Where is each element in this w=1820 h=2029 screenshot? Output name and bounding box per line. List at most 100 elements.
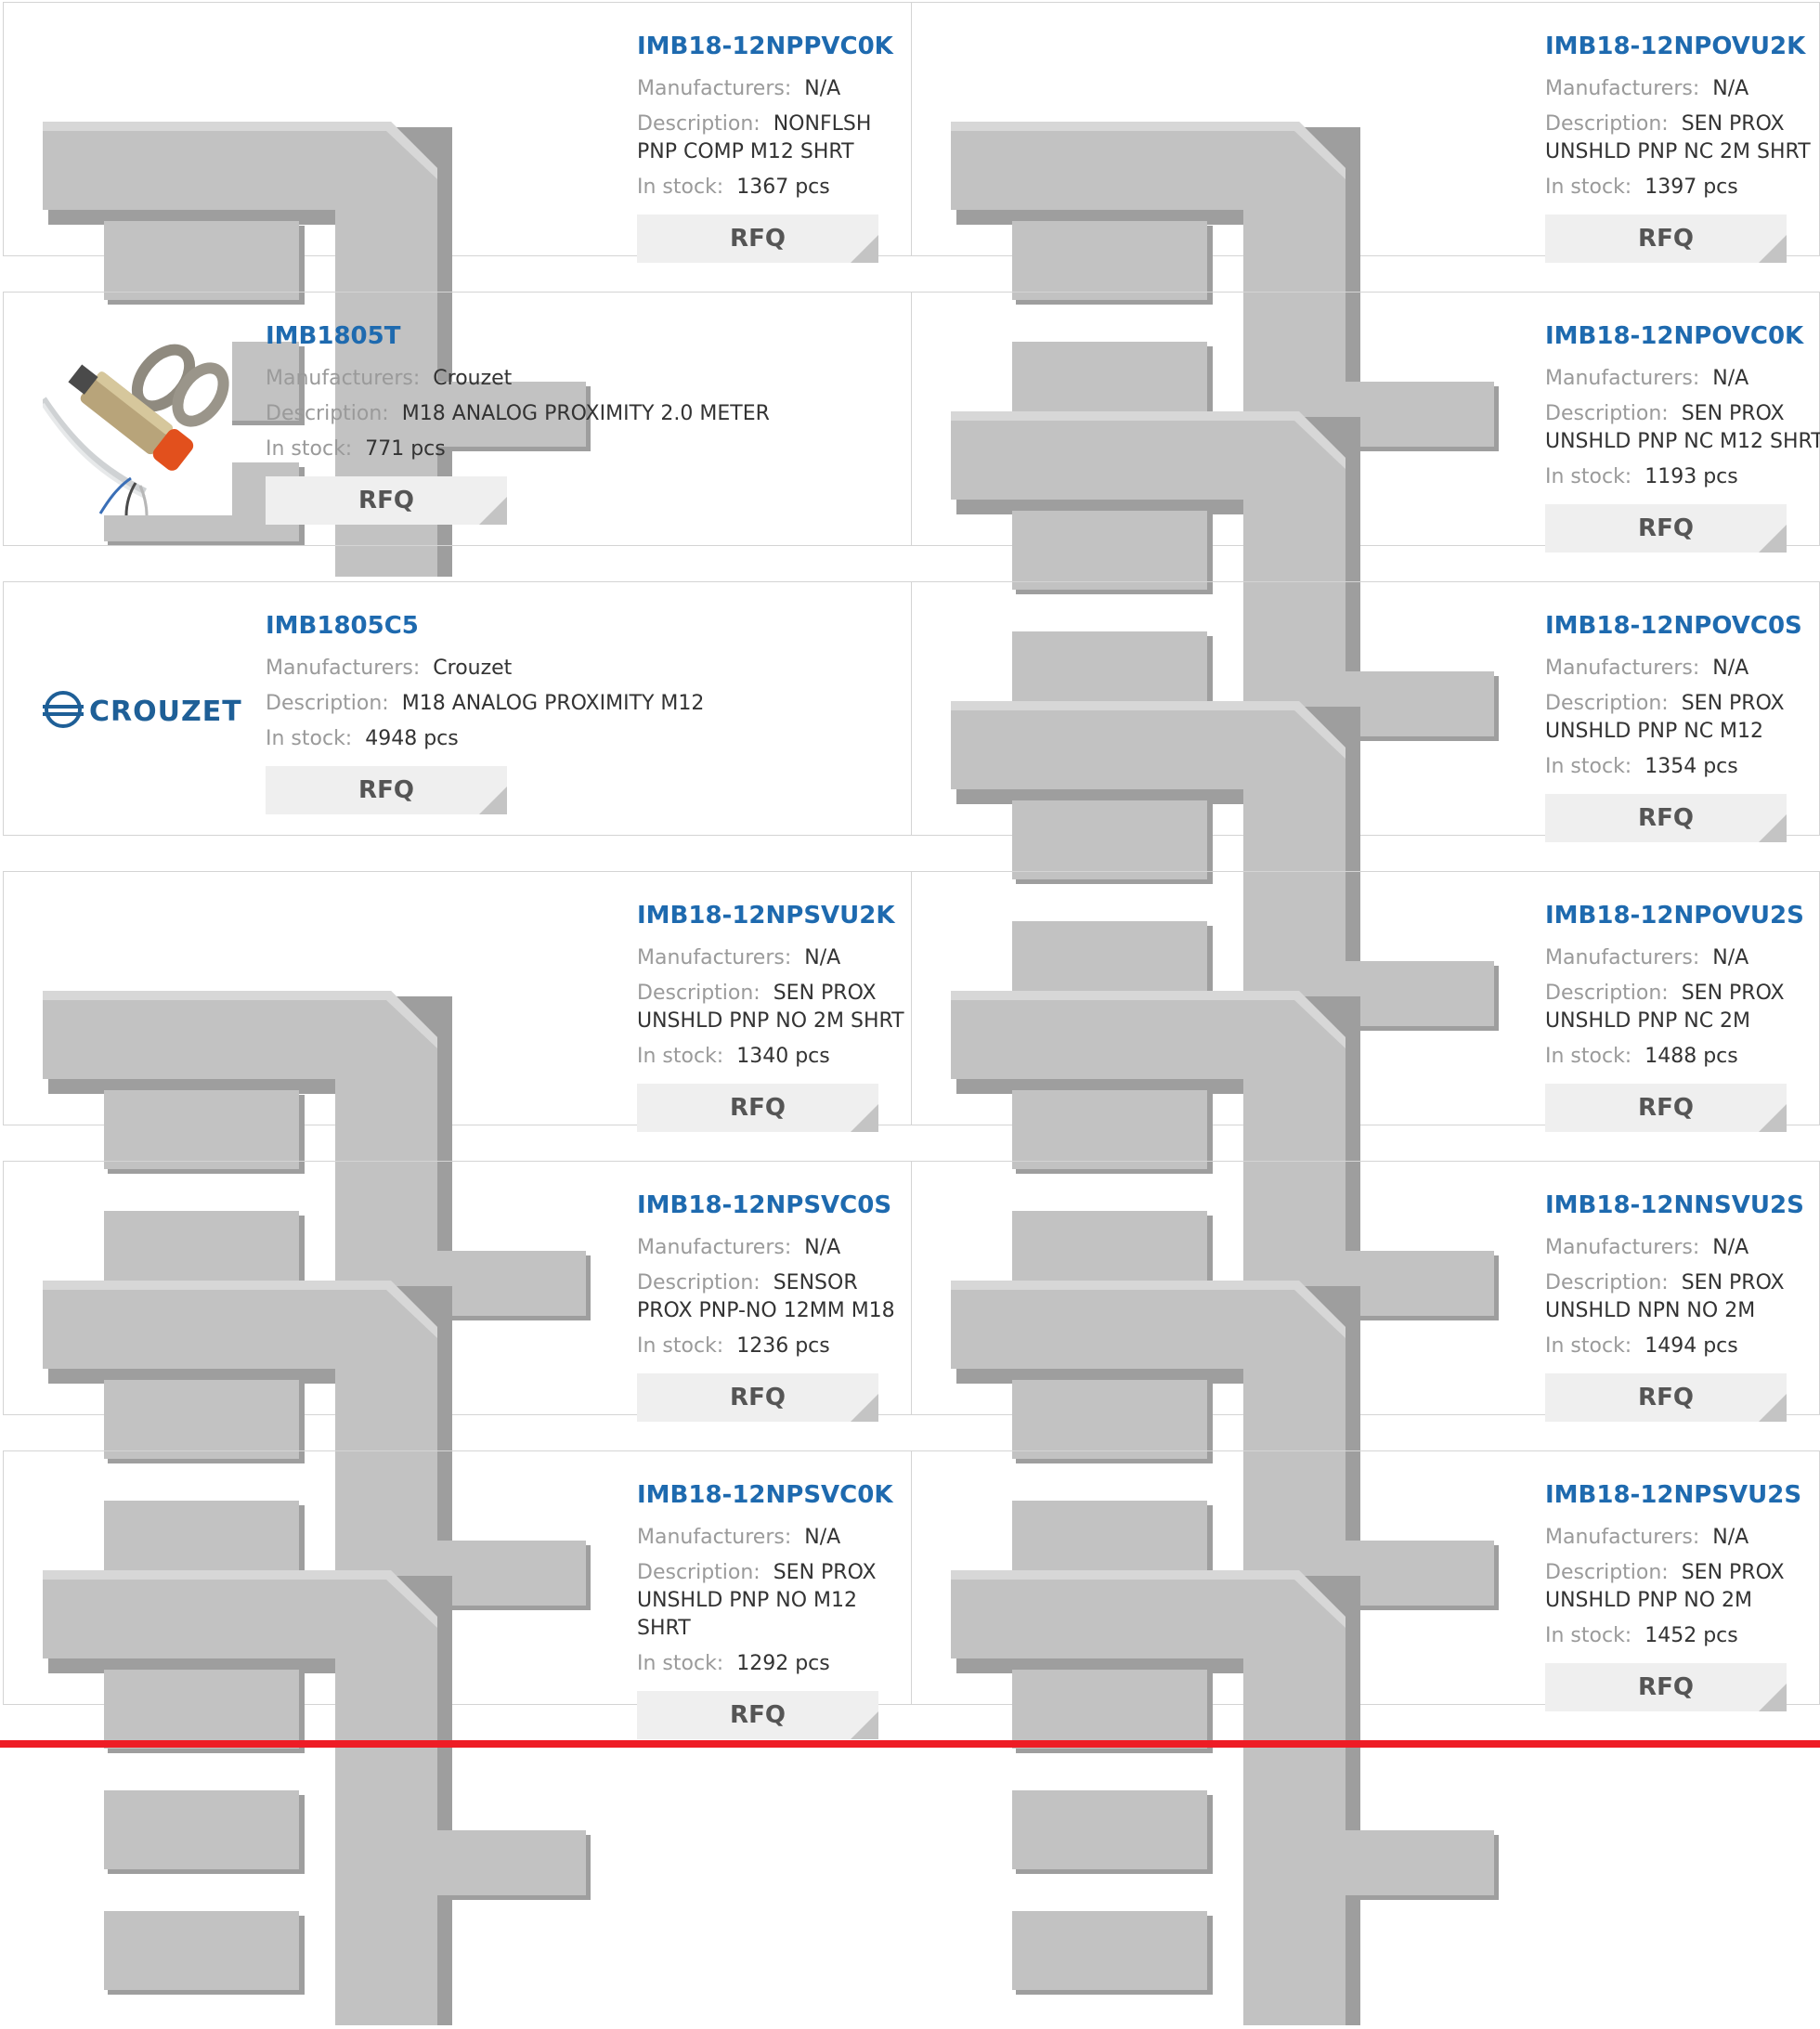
stock-label: In stock:	[1545, 755, 1632, 778]
stock-value: 1452 pcs	[1644, 1624, 1738, 1647]
description-row: Description: SEN PROX UNSHLD PNP NC 2M	[1545, 980, 1820, 1035]
corner-triangle-icon	[479, 497, 507, 525]
description-value: M18 ANALOG PROXIMITY 2.0 METER	[401, 402, 770, 425]
description-row: Description: SEN PROX UNSHLD NPN NO 2M	[1545, 1269, 1820, 1325]
part-number-link[interactable]: IMB18-12NPSVU2K	[637, 902, 916, 930]
product-card: IMB18-12NPOVU2K Manufacturers: N/A Descript…	[911, 2, 1820, 582]
rfq-button[interactable]: RFQ	[637, 1691, 878, 1739]
part-number-link[interactable]: IMB18-12NPOVU2S	[1545, 902, 1820, 930]
rfq-button[interactable]: RFQ	[637, 1373, 878, 1422]
description-label: Description:	[1545, 1561, 1669, 1584]
manufacturer-row: Manufacturers: N/A	[637, 1234, 916, 1262]
manufacturer-label: Manufacturers:	[1545, 1526, 1700, 1549]
corner-triangle-icon	[851, 1104, 878, 1132]
stock-value: 1236 pcs	[736, 1334, 830, 1358]
part-number-link[interactable]: IMB18-12NPOVC0K	[1545, 322, 1820, 350]
rfq-button[interactable]: RFQ	[266, 476, 507, 525]
part-number-link[interactable]: IMB18-12NNSVU2S	[1545, 1191, 1820, 1219]
manufacturer-row: Manufacturers: N/A	[1545, 1524, 1820, 1552]
rfq-label: RFQ	[1638, 1094, 1694, 1122]
crouzet-logo-icon	[43, 689, 84, 734]
manufacturer-label: Manufacturers:	[637, 1526, 792, 1549]
rfq-button[interactable]: RFQ	[1545, 1084, 1787, 1132]
product-info: IMB18-12NPSVU2S Manufacturers: N/A Descript…	[1545, 1481, 1820, 1711]
manufacturer-label: Manufacturers:	[1545, 77, 1700, 100]
description-label: Description:	[637, 1271, 760, 1294]
manufacturer-value: N/A	[804, 77, 841, 100]
stock-row: In stock: 1292 pcs	[637, 1650, 916, 1678]
product-info: IMB18-12NPOVU2S Manufacturers: N/A Descript…	[1545, 902, 1820, 1132]
stock-value: 1488 pcs	[1644, 1045, 1738, 1068]
stock-value: 1494 pcs	[1644, 1334, 1738, 1358]
rfq-label: RFQ	[358, 487, 414, 514]
manufacturer-label: Manufacturers:	[1545, 657, 1700, 680]
manufacturer-value: N/A	[1712, 1526, 1749, 1549]
description-label: Description:	[1545, 112, 1669, 136]
product-card: IMB18-12NPOVC0S Manufacturers: N/A Descript…	[911, 581, 1820, 1162]
manufacturer-row: Manufacturers: N/A	[1545, 365, 1820, 393]
rfq-label: RFQ	[1638, 1673, 1694, 1701]
part-number-link[interactable]: IMB18-12NPOVC0S	[1545, 612, 1820, 640]
stock-label: In stock:	[266, 437, 353, 461]
product-card: IMB18-12NPSVU2S Manufacturers: N/A Descript…	[911, 1450, 1820, 2029]
rfq-label: RFQ	[1638, 514, 1694, 542]
rfq-label: RFQ	[358, 776, 414, 804]
stock-label: In stock:	[1545, 1045, 1632, 1068]
product-card: IMB18-12NPSVU2K Manufacturers: N/A Descript…	[3, 871, 912, 1451]
part-number-link[interactable]: IMB18-12NPSVC0S	[637, 1191, 916, 1219]
manufacturer-row: Manufacturers: Crouzet	[266, 655, 786, 683]
description-row: Description: SEN PROX UNSHLD PNP NC M12	[1545, 690, 1820, 746]
manufacturer-label: Manufacturers:	[637, 1236, 792, 1259]
rfq-button[interactable]: RFQ	[1545, 1663, 1787, 1711]
rfq-label: RFQ	[730, 1094, 786, 1122]
manufacturer-row: Manufacturers: N/A	[1545, 75, 1820, 103]
product-card: IMB18-12NPOVU2S Manufacturers: N/A Descript…	[911, 871, 1820, 1451]
part-number-link[interactable]: IMB18-12NPOVU2K	[1545, 33, 1820, 60]
manufacturer-row: Manufacturers: N/A	[1545, 944, 1820, 972]
description-label: Description:	[266, 692, 389, 715]
rfq-button[interactable]: RFQ	[637, 1084, 878, 1132]
part-number-link[interactable]: IMB18-12NPSVU2S	[1545, 1481, 1820, 1509]
product-card: IMB1805T Manufacturers: Crouzet Description…	[3, 292, 912, 546]
product-info: IMB18-12NPOVC0S Manufacturers: N/A Descript…	[1545, 612, 1820, 842]
description-label: Description:	[266, 402, 389, 425]
rfq-button[interactable]: RFQ	[1545, 215, 1787, 263]
stock-value: 4948 pcs	[365, 727, 459, 750]
product-info: IMB1805T Manufacturers: Crouzet Description…	[266, 322, 786, 525]
product-info: IMB18-12NPSVC0S Manufacturers: N/A Descript…	[637, 1191, 916, 1422]
brand-logo-text: CROUZET	[89, 695, 242, 728]
product-card: IMB18-12NPOVC0K Manufacturers: N/A Descript…	[911, 292, 1820, 872]
manufacturer-value: N/A	[1712, 1236, 1749, 1259]
part-number-link[interactable]: IMB18-12NPPVC0K	[637, 33, 916, 60]
placeholder-image	[43, 1505, 600, 2029]
rfq-label: RFQ	[1638, 225, 1694, 253]
rfq-label: RFQ	[730, 225, 786, 253]
manufacturer-row: Manufacturers: N/A	[637, 1524, 916, 1552]
stock-row: In stock: 1452 pcs	[1545, 1622, 1820, 1650]
stock-label: In stock:	[637, 176, 724, 199]
manufacturer-label: Manufacturers:	[266, 657, 421, 680]
product-info: IMB18-12NPSVC0K Manufacturers: N/A Descript…	[637, 1481, 916, 1739]
rfq-button[interactable]: RFQ	[1545, 1373, 1787, 1422]
rfq-button[interactable]: RFQ	[1545, 794, 1787, 842]
part-number-link[interactable]: IMB18-12NPSVC0K	[637, 1481, 916, 1509]
rfq-button[interactable]: RFQ	[1545, 504, 1787, 553]
part-number-link[interactable]: IMB1805T	[266, 322, 786, 350]
description-label: Description:	[1545, 1271, 1669, 1294]
description-row: Description: SEN PROX UNSHLD PNP NO 2M SH…	[637, 980, 916, 1035]
manufacturer-value: N/A	[804, 1236, 841, 1259]
rfq-button[interactable]: RFQ	[266, 766, 507, 814]
stock-row: In stock: 1354 pcs	[1545, 753, 1820, 781]
product-photo[interactable]	[43, 330, 232, 515]
corner-triangle-icon	[851, 235, 878, 263]
part-number-link[interactable]: IMB1805C5	[266, 612, 786, 640]
description-row: Description: SEN PROX UNSHLD PNP NC 2M SH…	[1545, 111, 1820, 166]
description-row: Description: NONFLSH PNP COMP M12 SHRT	[637, 111, 916, 166]
description-row: Description: SENSOR PROX PNP-NO 12MM M18	[637, 1269, 916, 1325]
description-row: Description: SEN PROX UNSHLD PNP NO M12 S…	[637, 1559, 916, 1643]
manufacturer-label: Manufacturers:	[637, 77, 792, 100]
brand-logo[interactable]: CROUZET	[43, 689, 241, 734]
rfq-label: RFQ	[730, 1384, 786, 1411]
description-label: Description:	[1545, 982, 1669, 1005]
rfq-button[interactable]: RFQ	[637, 215, 878, 263]
